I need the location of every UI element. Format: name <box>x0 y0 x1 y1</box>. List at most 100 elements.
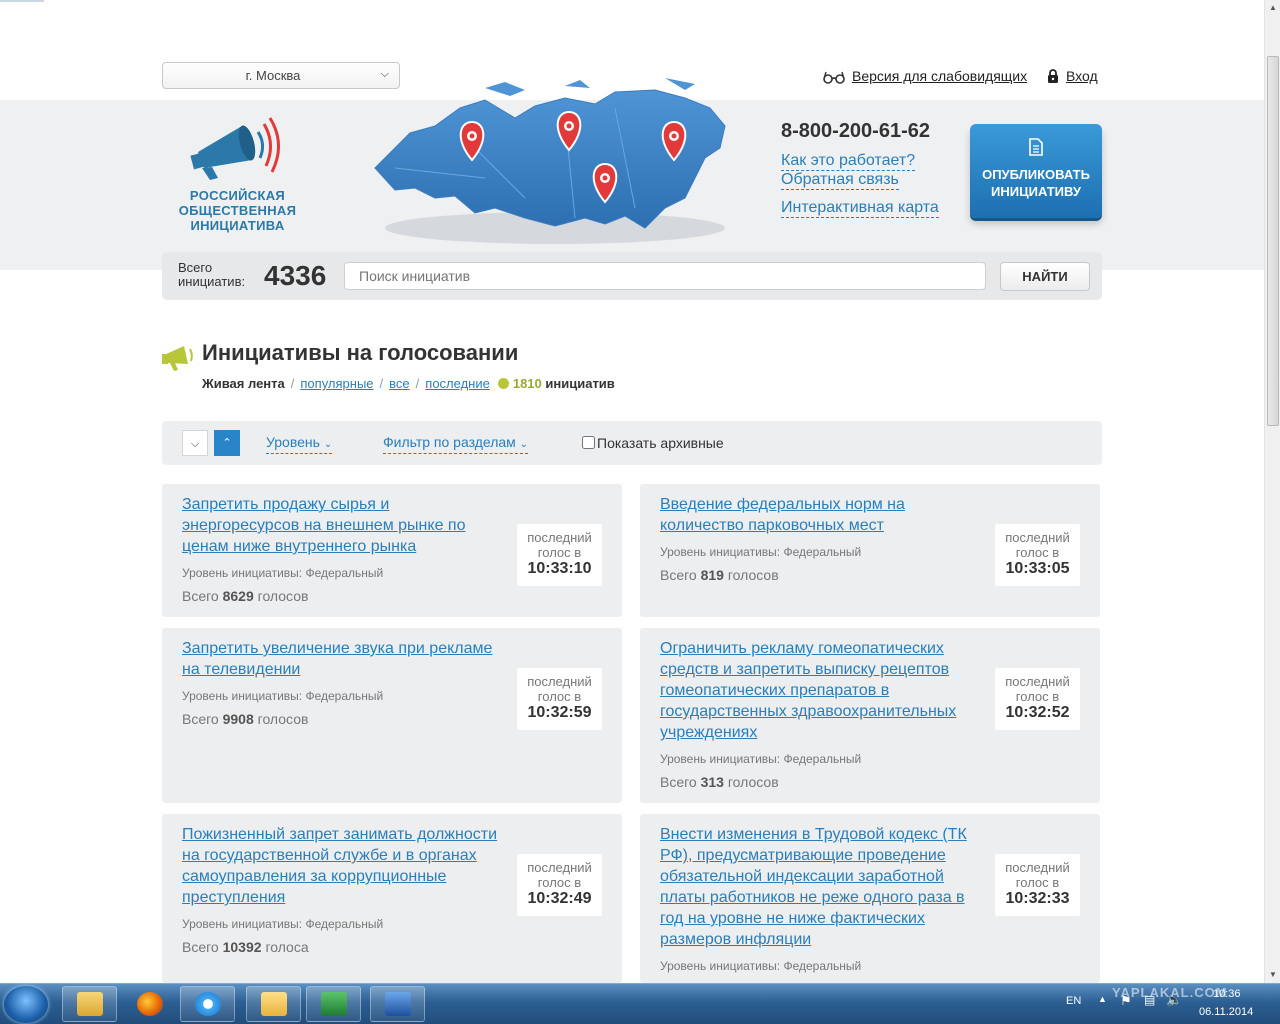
last-vote-box: последний голос в 10:32:52 <box>995 668 1080 730</box>
top-edge-tab <box>0 0 44 2</box>
last-vote-box: последний голос в 10:32:59 <box>517 668 602 730</box>
scroll-up-arrow-icon[interactable]: ▲ <box>1265 0 1280 16</box>
section-title: Инициативы на голосовании <box>202 340 519 365</box>
russia-map-image[interactable] <box>365 78 737 248</box>
taskbar-explorer[interactable] <box>62 986 117 1022</box>
word-icon <box>385 992 411 1016</box>
tab-separator: / <box>379 376 384 391</box>
search-input[interactable] <box>344 262 986 290</box>
explorer-icon <box>77 992 103 1016</box>
initiative-card: Введение федеральных норм на количество … <box>640 484 1100 617</box>
initiative-card: Внести изменения в Трудовой кодекс (ТК Р… <box>640 814 1100 983</box>
last-vote-box: последний голос в 10:33:05 <box>995 524 1080 586</box>
start-button[interactable] <box>4 986 48 1023</box>
publish-initiative-button[interactable]: ОПУБЛИКОВАТЬ ИНИЦИАТИВУ <box>970 124 1102 218</box>
chevron-down-icon: ⌄ <box>519 439 529 450</box>
lock-icon <box>1047 69 1059 86</box>
initiative-title[interactable]: Ограничить рекламу гомеопатических средс… <box>660 638 980 743</box>
chevron-down-icon: ⌄ <box>323 439 333 450</box>
publish-label-line-1: ОПУБЛИКОВАТЬ <box>982 167 1090 182</box>
last-vote-time: 10:33:05 <box>1005 560 1070 577</box>
tab-separator: / <box>415 376 420 391</box>
last-vote-time: 10:32:49 <box>527 890 592 907</box>
initiative-votes: Всего 10392 голоса <box>182 939 309 955</box>
city-select-value: г. Москва <box>245 68 301 83</box>
initiative-title[interactable]: Запретить увеличение звука при рекламе н… <box>182 638 502 680</box>
accessibility-link[interactable]: Версия для слабовидящих <box>822 68 1027 87</box>
initiative-card: Пожизненный запрет занимать должности на… <box>162 814 622 983</box>
last-vote-time: 10:32:59 <box>527 704 592 721</box>
initiative-votes: Всего 313 голосов <box>660 774 779 790</box>
windows-taskbar: EN ▲ ⚑ ▤ 🔈 10:36 06.11.2014 <box>0 983 1280 1024</box>
last-vote-time: 10:33:10 <box>527 560 592 577</box>
initiative-votes: Всего 819 голосов <box>660 567 779 583</box>
filter-bar: ⌵ ⌃ Уровень ⌄ Фильтр по разделам ⌄ Показ… <box>162 421 1102 465</box>
total-label-line-1: Всего <box>178 260 213 275</box>
language-indicator[interactable]: EN <box>1066 995 1081 1007</box>
initiative-level: Уровень инициативы: Федеральный <box>660 752 862 766</box>
vertical-scrollbar[interactable]: ▲ ▼ <box>1264 0 1280 983</box>
how-it-works-link[interactable]: Как это работает? <box>781 152 916 171</box>
tab-all[interactable]: все <box>389 376 410 391</box>
chevron-up-icon: ⌃ <box>222 437 232 449</box>
publish-label-line-2: ИНИЦИАТИВУ <box>991 184 1081 199</box>
show-archived-toggle[interactable]: Показать архивные <box>582 435 724 451</box>
tab-popular[interactable]: популярные <box>300 376 373 391</box>
taskbar-word[interactable] <box>370 986 425 1022</box>
total-label-line-2: инициатив: <box>178 274 246 289</box>
initiative-level: Уровень инициативы: Федеральный <box>660 959 862 973</box>
ie-icon <box>195 992 221 1016</box>
scroll-thumb[interactable] <box>1267 56 1279 426</box>
initiative-level: Уровень инициативы: Федеральный <box>182 689 384 703</box>
initiative-level: Уровень инициативы: Федеральный <box>182 566 384 580</box>
initiative-title[interactable]: Запретить продажу сырья и энергоресурсов… <box>182 494 502 557</box>
section-filter[interactable]: Фильтр по разделам ⌄ <box>383 434 529 454</box>
show-archived-checkbox[interactable] <box>582 436 595 449</box>
last-vote-box: последний голос в 10:32:49 <box>517 854 602 916</box>
feedback-link[interactable]: Обратная связь <box>781 171 899 190</box>
count-dot-icon <box>497 378 509 389</box>
watermark-text: YAPLAKAL.COM <box>1112 985 1228 1000</box>
outlook-icon <box>261 992 287 1016</box>
last-vote-time: 10:32:52 <box>1005 704 1070 721</box>
initiative-title[interactable]: Внести изменения в Трудовой кодекс (ТК Р… <box>660 824 980 950</box>
last-vote-box: последний голос в 10:32:33 <box>995 854 1080 916</box>
initiative-votes: Всего 9908 голосов <box>182 711 309 727</box>
phone-number: 8-800-200-61-62 <box>781 120 930 142</box>
tab-latest[interactable]: последние <box>425 376 490 391</box>
taskbar-excel[interactable] <box>306 986 361 1022</box>
level-filter[interactable]: Уровень ⌄ <box>266 434 333 454</box>
initiative-level: Уровень инициативы: Федеральный <box>182 917 384 931</box>
sort-asc-button[interactable]: ⌃ <box>214 430 240 456</box>
taskbar-firefox[interactable] <box>122 986 177 1022</box>
sort-desc-button[interactable]: ⌵ <box>182 430 208 456</box>
tray-expand-icon[interactable]: ▲ <box>1098 994 1107 1004</box>
tab-live-feed: Живая лента <box>202 376 285 391</box>
initiative-title[interactable]: Пожизненный запрет занимать должности на… <box>182 824 502 908</box>
logo-text: РОССИЙСКАЯ ОБЩЕСТВЕННАЯ ИНИЦИАТИВА <box>170 188 305 233</box>
clock-date[interactable]: 06.11.2014 <box>1199 1006 1253 1018</box>
total-initiatives-count: 4336 <box>264 260 327 291</box>
accessibility-label: Версия для слабовидящих <box>852 68 1028 84</box>
scroll-down-arrow-icon[interactable]: ▼ <box>1265 967 1280 983</box>
excel-icon <box>321 992 347 1016</box>
search-bar: Всего инициатив: 4336 НАЙТИ <box>162 252 1102 300</box>
login-link[interactable]: Вход <box>1047 68 1098 86</box>
taskbar-ie[interactable] <box>180 986 235 1022</box>
chevron-down-icon: ⌵ <box>190 438 200 450</box>
logo-line-2: ОБЩЕСТВЕННАЯ <box>178 203 297 218</box>
initiative-card: Запретить увеличение звука при рекламе н… <box>162 628 622 803</box>
search-button[interactable]: НАЙТИ <box>1000 262 1090 291</box>
taskbar-outlook[interactable] <box>246 986 301 1022</box>
last-vote-box: последний голос в 10:33:10 <box>517 524 602 586</box>
show-archived-label: Показать архивные <box>597 435 724 451</box>
initiative-card: Запретить продажу сырья и энергоресурсов… <box>162 484 622 617</box>
initiative-title[interactable]: Введение федеральных норм на количество … <box>660 494 980 536</box>
logo-line-1: РОССИЙСКАЯ <box>189 188 286 203</box>
initiative-votes: Всего 8629 голосов <box>182 588 309 604</box>
firefox-icon <box>137 992 163 1016</box>
last-vote-time: 10:32:33 <box>1005 890 1070 907</box>
interactive-map-link[interactable]: Интерактивная карта <box>781 199 939 218</box>
login-label: Вход <box>1066 68 1098 84</box>
total-initiatives-label: Всего инициатив: <box>178 261 245 289</box>
